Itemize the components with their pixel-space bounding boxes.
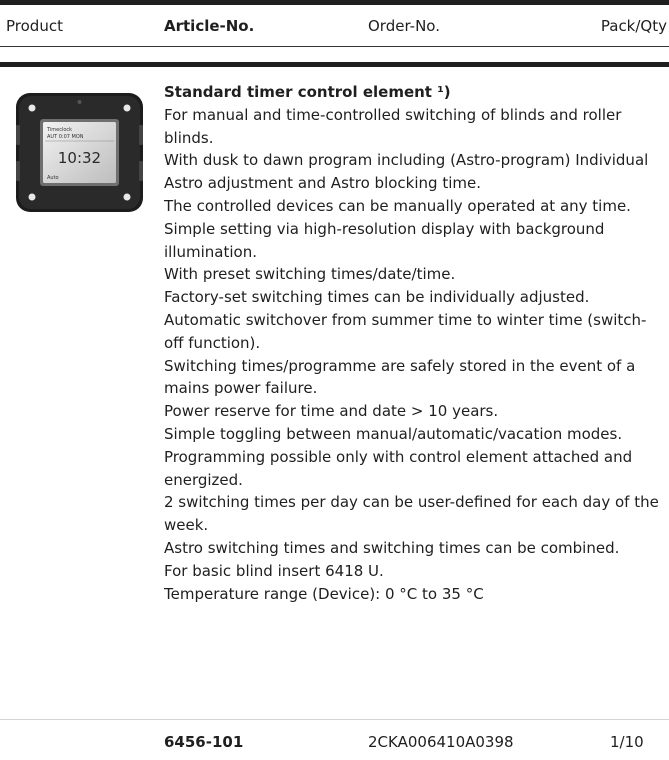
description-line: Astro switching times and switching time…: [164, 538, 620, 557]
device-screen-time: 10:32: [58, 149, 101, 167]
pack-qty-value: 1/10: [610, 733, 644, 751]
description-line: Temperature range (Device): 0 °C to 35 °…: [164, 584, 484, 603]
top-rule: [0, 0, 669, 5]
description-line: Power reserve for time and date > 10 yea…: [164, 402, 499, 421]
description-line: Programming possible only with control e…: [164, 447, 633, 489]
description-line: The controlled devices can be manually o…: [164, 196, 631, 215]
device-screen-line2: AUT 0:07 MON: [47, 134, 84, 140]
description-line: With dusk to dawn program including (Ast…: [164, 151, 649, 193]
description-line: With preset switching times/date/time.: [164, 265, 456, 284]
table-header: Product Article-No. Order-No. Pack/Qty: [0, 17, 669, 39]
description-line: Switching times/programme are safely sto…: [164, 356, 636, 398]
description-line: For basic blind insert 6418 U.: [164, 561, 384, 580]
product-title: Standard timer control element ¹): [164, 83, 451, 101]
description-line: Simple toggling between manual/automatic…: [164, 424, 623, 443]
description-line: For manual and time-controlled switching…: [164, 105, 622, 147]
description-line: Factory-set switching times can be indiv…: [164, 288, 590, 307]
product-description: Standard timer control element ¹) For ma…: [164, 81, 664, 605]
device-screen-line1: Timeclock: [46, 127, 72, 133]
description-line: Automatic switchover from summer time to…: [164, 310, 647, 352]
description-line: 2 switching times per day can be user-de…: [164, 493, 659, 535]
header-rule: [0, 46, 669, 47]
row-divider: [0, 719, 669, 720]
header-article-no: Article-No.: [164, 17, 255, 35]
order-no-value: 2CKA006410A0398: [368, 733, 514, 751]
header-product: Product: [6, 17, 63, 35]
article-no-value: 6456-101: [164, 733, 244, 751]
header-order-no: Order-No.: [368, 17, 440, 35]
description-line: Simple setting via high-resolution displ…: [164, 219, 605, 261]
header-pack-qty: Pack/Qty: [600, 17, 667, 35]
section-rule: [0, 62, 669, 67]
device-screen-footer: Auto: [47, 175, 59, 181]
timer-control-device-image: Timeclock AUT 0:07 MON 10:32 Auto: [16, 89, 143, 216]
